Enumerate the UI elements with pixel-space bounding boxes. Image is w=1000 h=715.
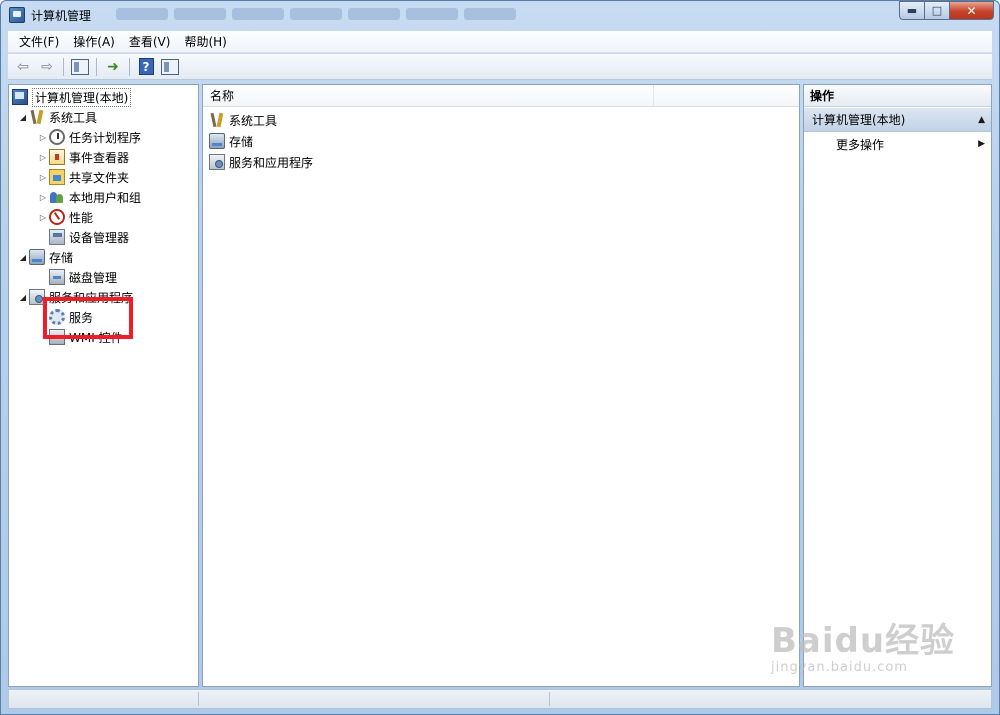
collapse-up-icon[interactable]: ▲ xyxy=(978,115,985,125)
show-hide-console-tree-button[interactable] xyxy=(69,57,91,77)
more-actions-item[interactable]: 更多操作 ▶ xyxy=(804,134,991,154)
expanded-arrow-icon[interactable]: ◢ xyxy=(17,113,29,122)
submenu-arrow-icon: ▶ xyxy=(978,139,985,149)
actions-group-label: 计算机管理(本地) xyxy=(812,113,906,127)
watermark-sub: jingyan.baidu.com xyxy=(771,660,908,675)
system-tools-icon xyxy=(209,112,225,128)
title-bar[interactable]: 计算机管理 ▬ □ ✕ xyxy=(1,1,999,29)
window-title: 计算机管理 xyxy=(31,8,92,23)
collapsed-arrow-icon[interactable]: ▷ xyxy=(37,213,49,222)
system-tools-icon xyxy=(29,109,45,125)
more-actions-label: 更多操作 xyxy=(836,137,885,152)
console-tree-icon xyxy=(71,58,89,75)
minimize-button[interactable]: ▬ xyxy=(899,1,925,20)
maximize-button[interactable]: □ xyxy=(925,1,950,20)
tree-label: 计算机管理(本地) xyxy=(32,87,132,107)
expanded-arrow-icon[interactable]: ◢ xyxy=(17,253,29,262)
tree-item-shared-folders[interactable]: ▷ 共享文件夹 xyxy=(37,167,129,187)
menu-help[interactable]: 帮助(H) xyxy=(177,33,233,50)
status-divider xyxy=(198,692,199,706)
tree-item-storage[interactable]: ◢ 存储 xyxy=(17,247,73,267)
column-header-name[interactable]: 名称 xyxy=(203,85,654,106)
blurred-taskbar-tabs xyxy=(116,8,516,20)
tree-label: 存储 xyxy=(49,250,74,265)
list-item[interactable]: 服务和应用程序 xyxy=(209,152,313,172)
list-item-label: 系统工具 xyxy=(229,113,278,128)
shared-folder-icon xyxy=(49,169,65,185)
collapsed-arrow-icon[interactable]: ▷ xyxy=(37,173,49,182)
collapsed-arrow-icon[interactable]: ▷ xyxy=(37,153,49,162)
event-viewer-icon xyxy=(49,149,65,165)
list-item[interactable]: 系统工具 xyxy=(209,110,277,130)
tree-label: 系统工具 xyxy=(49,110,98,125)
tree-item-system-tools[interactable]: ◢ 系统工具 xyxy=(17,107,97,127)
collapsed-arrow-icon[interactable]: ▷ xyxy=(37,193,49,202)
computer-management-icon xyxy=(9,7,25,23)
performance-icon xyxy=(49,209,65,225)
back-arrow-icon[interactable]: ⇦ xyxy=(12,57,34,77)
tree-label: 任务计划程序 xyxy=(69,130,142,145)
tree-item-event-viewer[interactable]: ▷ 事件查看器 xyxy=(37,147,129,167)
forward-arrow-icon[interactable]: ⇨ xyxy=(36,57,58,77)
close-button[interactable]: ✕ xyxy=(950,1,994,20)
toolbar-separator xyxy=(63,57,64,76)
actions-pane: 操作 计算机管理(本地) ▲ 更多操作 ▶ xyxy=(803,84,992,687)
list-item[interactable]: 存储 xyxy=(209,131,253,151)
tree-item-computer-management[interactable]: 计算机管理(本地) xyxy=(12,87,132,107)
results-pane: 名称 系统工具 存储 服务和应用程序 xyxy=(202,84,800,687)
menu-file[interactable]: 文件(F) xyxy=(12,33,66,50)
menu-bar: 文件(F) 操作(A) 查看(V) 帮助(H) xyxy=(8,31,992,53)
device-manager-icon xyxy=(49,229,65,245)
help-icon: ? xyxy=(138,58,154,75)
status-divider xyxy=(549,692,550,706)
baidu-watermark: Baidu经验 jingyan.baidu.com xyxy=(771,613,971,693)
computer-icon xyxy=(12,89,28,105)
window-controls: ▬ □ ✕ xyxy=(899,1,994,20)
storage-icon xyxy=(29,249,45,265)
watermark-main: Baidu经验 xyxy=(771,621,956,661)
menu-action[interactable]: 操作(A) xyxy=(66,33,122,50)
tree-item-local-users[interactable]: ▷ 本地用户和组 xyxy=(37,187,141,207)
tree-label: 设备管理器 xyxy=(69,230,130,245)
actions-header: 操作 xyxy=(804,85,991,107)
storage-icon xyxy=(209,133,225,149)
export-list-icon[interactable]: ➜ xyxy=(102,57,124,77)
users-icon xyxy=(49,189,65,205)
list-header: 名称 xyxy=(203,85,799,107)
toolbar-separator xyxy=(129,57,130,76)
menu-view[interactable]: 查看(V) xyxy=(122,33,178,50)
help-button[interactable]: ? xyxy=(135,57,157,77)
action-pane-icon xyxy=(161,58,179,75)
collapsed-arrow-icon[interactable]: ▷ xyxy=(37,133,49,142)
computer-management-window: 计算机管理 ▬ □ ✕ 文件(F) 操作(A) 查看(V) 帮助(H) ⇦ ⇨ … xyxy=(0,0,1000,715)
expanded-arrow-icon[interactable]: ◢ xyxy=(17,293,29,302)
toolbar-separator xyxy=(96,57,97,76)
tree-label: 本地用户和组 xyxy=(69,190,142,205)
tree-label: 共享文件夹 xyxy=(69,170,130,185)
toolbar: ⇦ ⇨ ➜ ? xyxy=(8,54,992,80)
console-tree-pane: 计算机管理(本地) ◢ 系统工具 ▷ 任务计划程序 ▷ 事件查看器 ▷ 共享文件… xyxy=(8,84,199,687)
tree-item-performance[interactable]: ▷ 性能 xyxy=(37,207,93,227)
red-highlight-annotation xyxy=(43,297,133,339)
tree-item-disk-management[interactable]: 磁盘管理 xyxy=(49,267,117,287)
list-item-label: 存储 xyxy=(229,134,254,149)
tree-item-device-manager[interactable]: 设备管理器 xyxy=(49,227,129,247)
tree-label: 性能 xyxy=(69,210,94,225)
services-and-applications-icon xyxy=(209,154,225,170)
tree-item-task-scheduler[interactable]: ▷ 任务计划程序 xyxy=(37,127,141,147)
disk-management-icon xyxy=(49,269,65,285)
list-item-label: 服务和应用程序 xyxy=(229,155,314,170)
actions-group-computer-management[interactable]: 计算机管理(本地) ▲ xyxy=(804,108,991,132)
show-hide-action-pane-button[interactable] xyxy=(159,57,181,77)
tree-label: 事件查看器 xyxy=(69,150,130,165)
tree-label: 磁盘管理 xyxy=(69,270,118,285)
clock-icon xyxy=(49,129,65,145)
